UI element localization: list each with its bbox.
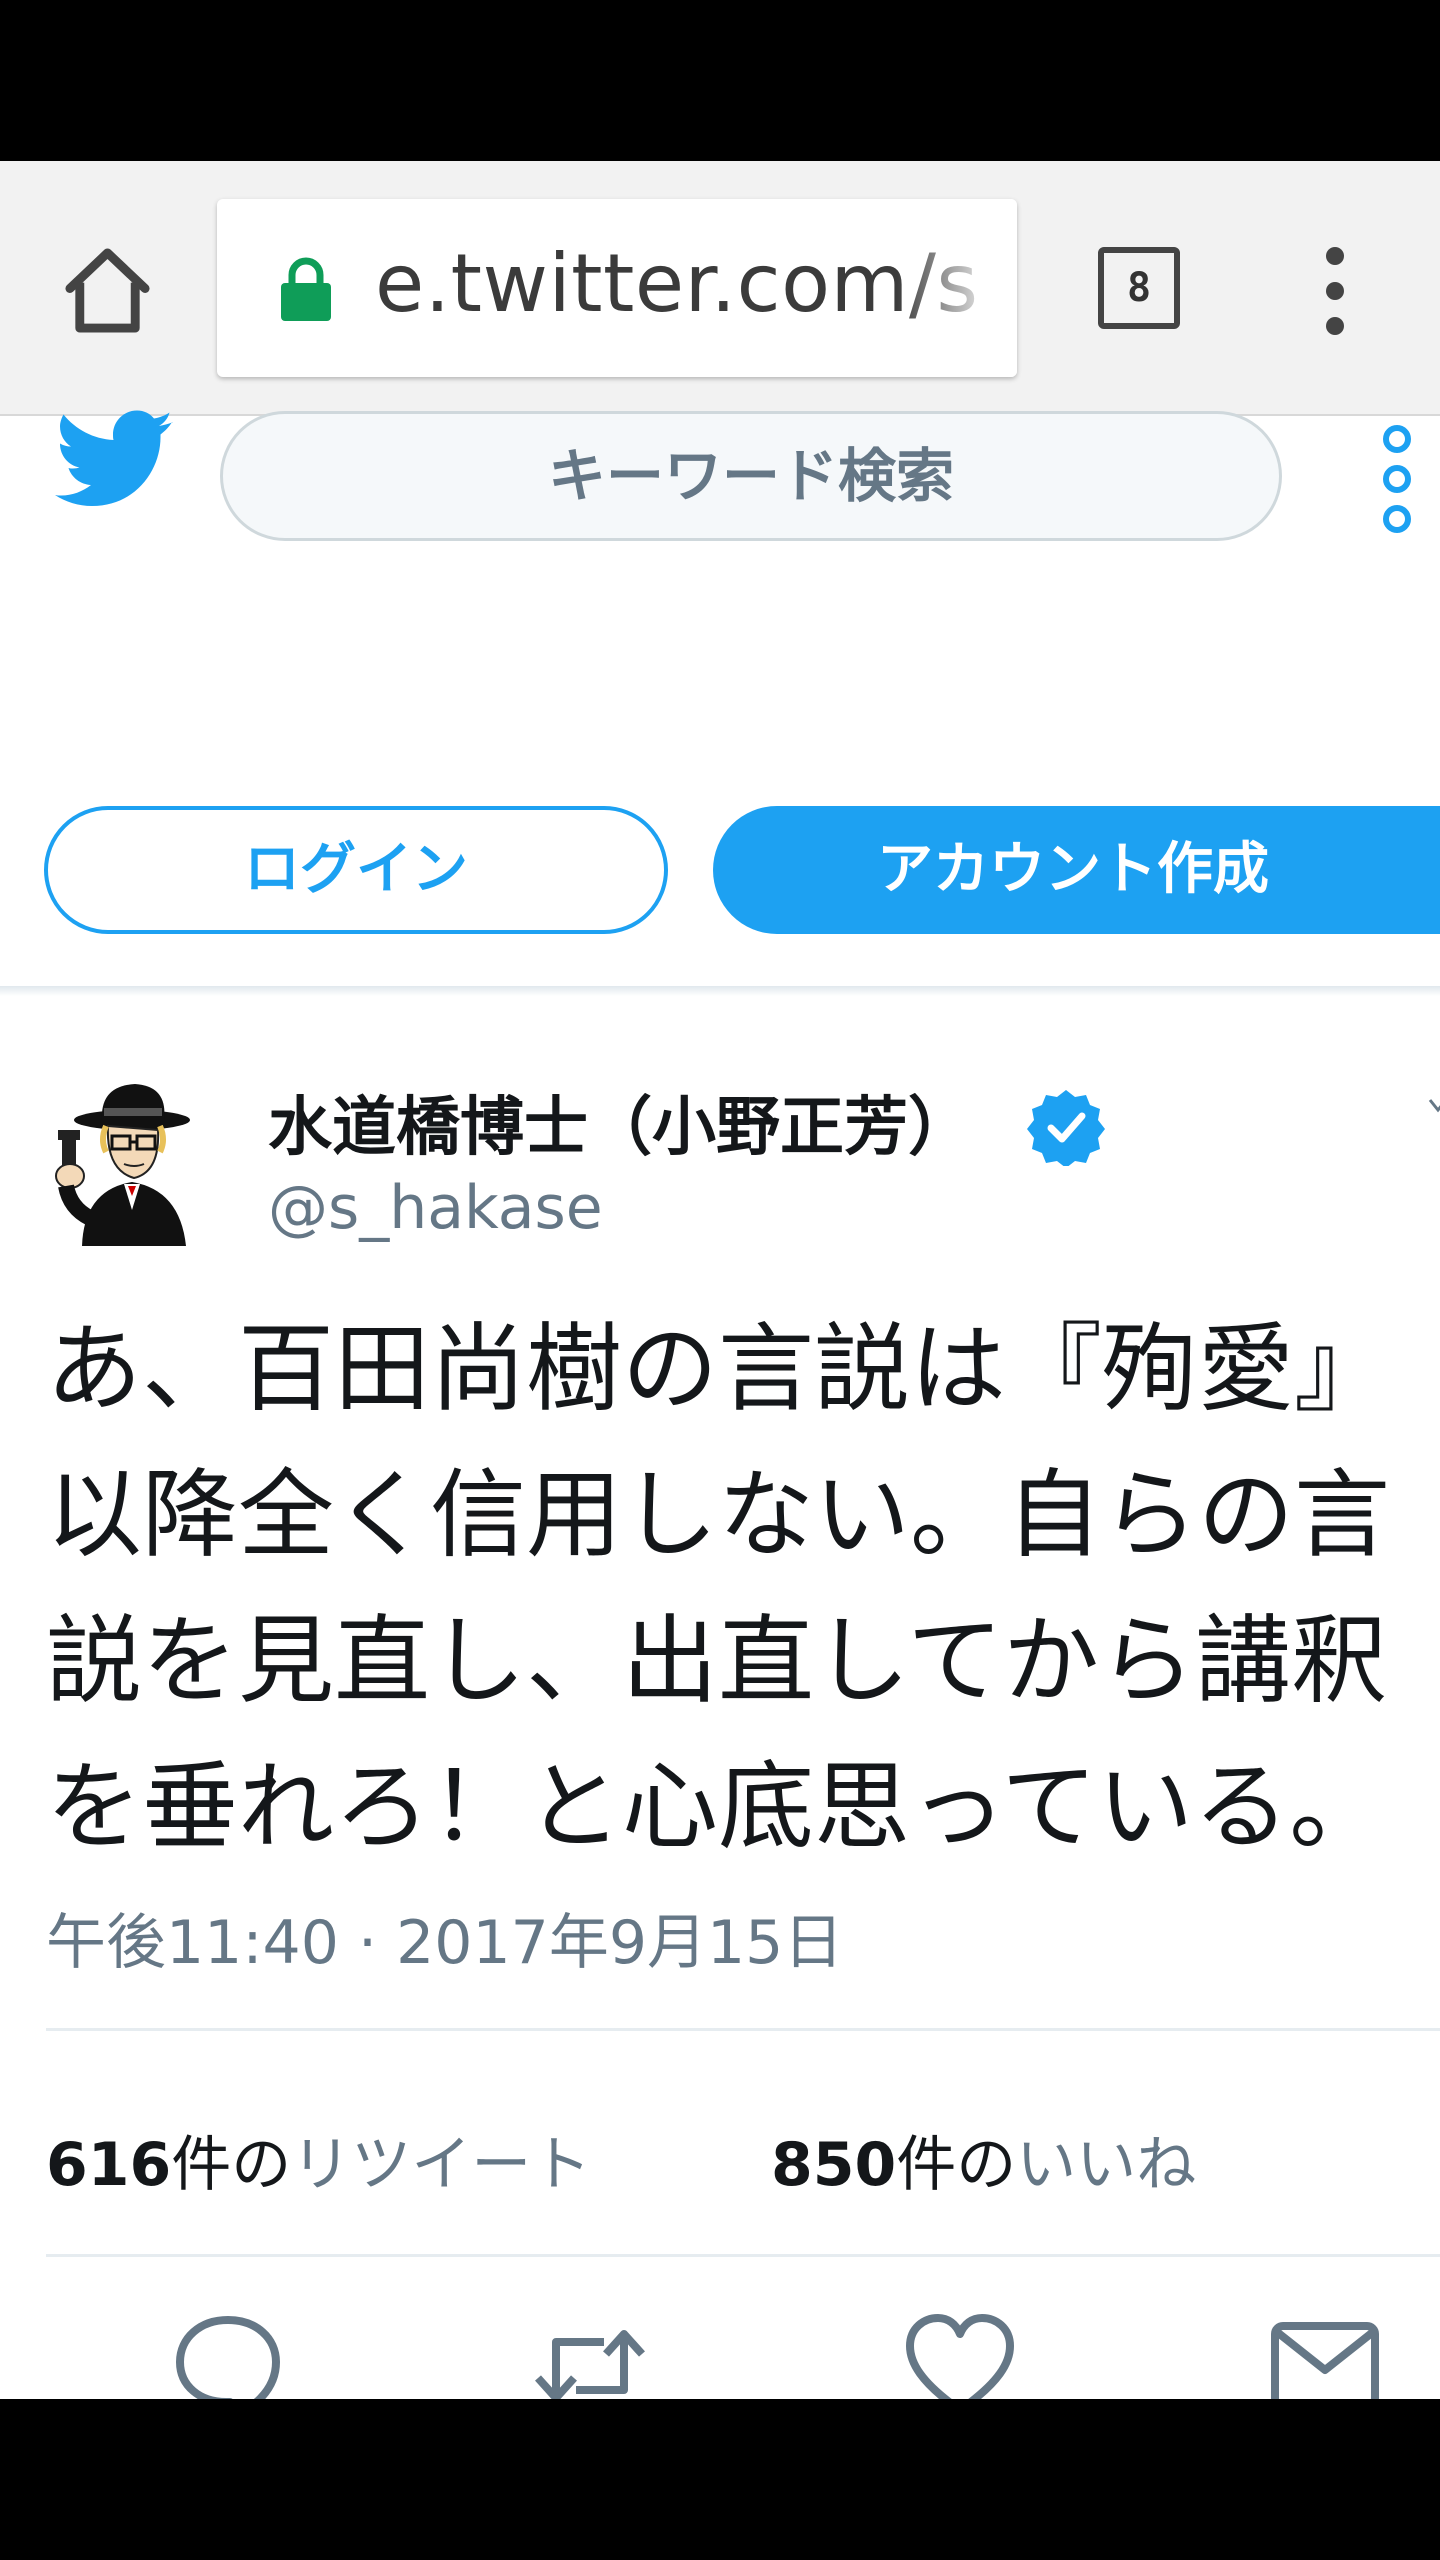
- divider: [46, 2028, 1440, 2031]
- like-icon[interactable]: [900, 2306, 1020, 2399]
- url-bar[interactable]: e.twitter.com/s: [217, 199, 1017, 377]
- tweet-text-line: 以降全く信用しない。自らの言: [46, 1459, 1390, 1571]
- signup-button[interactable]: アカウント作成: [713, 806, 1440, 934]
- screen: e.twitter.com/s 8 キーワード検索 ログイン アカウント作成 水…: [0, 161, 1440, 2399]
- search-input[interactable]: キーワード検索: [220, 411, 1282, 541]
- twitter-bird-icon[interactable]: [55, 410, 175, 510]
- tweet-text: あ、百田尚樹の言説は『殉愛』 以降全く信用しない。自らの言 説を見直し、出直して…: [46, 1296, 1440, 1880]
- more-options-icon[interactable]: [1377, 424, 1417, 534]
- retweet-count-unit: 件の: [171, 2130, 292, 2200]
- retweet-icon[interactable]: [530, 2306, 650, 2399]
- chevron-down-icon[interactable]: [1428, 1096, 1440, 1116]
- like-count-label: いいね: [1016, 2130, 1197, 2200]
- more-vert-icon[interactable]: [1310, 241, 1360, 341]
- display-name[interactable]: 水道橋博士（小野正芳）: [268, 1076, 972, 1168]
- twitter-header: キーワード検索 ログイン アカウント作成: [0, 410, 1440, 996]
- tab-count: 8: [1098, 247, 1180, 329]
- browser-toolbar: e.twitter.com/s 8: [0, 161, 1440, 416]
- user-handle[interactable]: @s_hakase: [268, 1173, 603, 1243]
- tweet-timestamp[interactable]: 午後11:40 · 2017年9月15日: [46, 1894, 843, 1981]
- like-count-unit: 件の: [896, 2130, 1017, 2200]
- retweet-count-value: 616: [46, 2130, 172, 2200]
- tweet-text-line: あ、百田尚樹の言説は『殉愛』: [46, 1313, 1390, 1425]
- tweet-text-line: を垂れろ！と心底思っている。: [46, 1751, 1386, 1863]
- retweet-count-label: リツイート: [291, 2130, 592, 2200]
- divider: [46, 2254, 1440, 2257]
- header-divider: [0, 986, 1440, 996]
- tweet-text-line: 説を見直し、出直してから講釈: [46, 1605, 1388, 1717]
- login-button[interactable]: ログイン: [44, 806, 668, 934]
- reply-icon[interactable]: [168, 2306, 288, 2399]
- direct-message-icon[interactable]: [1265, 2306, 1385, 2399]
- like-count[interactable]: 850件のいいね: [771, 2116, 1196, 2203]
- verified-badge-icon: [1027, 1088, 1105, 1168]
- url-text: e.twitter.com/s: [375, 237, 979, 330]
- tab-switcher-icon[interactable]: 8: [1098, 247, 1186, 335]
- tweet-actions: [0, 2306, 1440, 2399]
- url-fade: [897, 199, 1017, 377]
- home-icon[interactable]: [60, 243, 155, 338]
- avatar[interactable]: [40, 1078, 205, 1253]
- lock-icon: [277, 255, 335, 323]
- retweet-count[interactable]: 616件のリツイート: [46, 2116, 591, 2203]
- like-count-value: 850: [771, 2130, 897, 2200]
